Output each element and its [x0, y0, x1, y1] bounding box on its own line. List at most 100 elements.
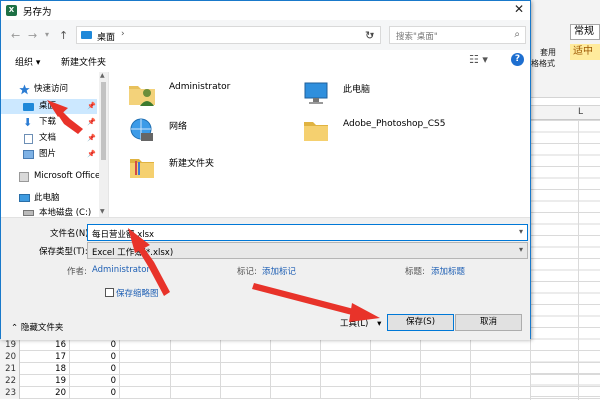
- table-row[interactable]: 22 19 0: [0, 375, 600, 387]
- tags-value[interactable]: 添加标记: [262, 265, 296, 277]
- nav-item-desktop[interactable]: 桌面 📌: [1, 99, 97, 114]
- recent-dropdown-icon[interactable]: ▾: [45, 30, 49, 39]
- cell[interactable]: 0: [70, 387, 120, 399]
- file-item-label: Adobe_Photoshop_CS5: [343, 119, 446, 129]
- gridline: [270, 351, 271, 363]
- back-arrow-icon[interactable]: ←: [11, 29, 20, 42]
- style-medium[interactable]: 适中: [570, 44, 600, 60]
- nav-pane-scrollbar[interactable]: ▲ ▼: [99, 72, 108, 217]
- file-item-administrator[interactable]: Administrator: [127, 78, 307, 112]
- ribbon-label-apply[interactable]: 套用: [540, 47, 556, 58]
- scroll-down-icon[interactable]: ▼: [100, 208, 105, 215]
- chevron-down-icon[interactable]: ▾: [519, 245, 523, 254]
- title-value[interactable]: 添加标题: [431, 265, 465, 277]
- cell[interactable]: 0: [70, 351, 120, 363]
- pin-icon[interactable]: 📌: [87, 99, 96, 114]
- close-icon[interactable]: ✕: [514, 2, 524, 16]
- cell[interactable]: 16: [20, 339, 70, 351]
- save-button[interactable]: 保存(S): [387, 314, 454, 331]
- table-row[interactable]: 23 20 0: [0, 387, 600, 399]
- file-item-new-folder[interactable]: 新建文件夹: [127, 152, 307, 186]
- cell[interactable]: 20: [20, 387, 70, 399]
- filename-input[interactable]: 每日营业额.xlsx ▾: [87, 224, 528, 241]
- title-bar[interactable]: X 另存为 ✕: [1, 1, 530, 20]
- gridline: [420, 351, 421, 363]
- cell[interactable]: 0: [70, 363, 120, 375]
- file-item-network[interactable]: 网络: [127, 115, 307, 149]
- title-label: 标题:: [405, 267, 425, 277]
- table-row[interactable]: 21 18 0: [0, 363, 600, 375]
- organize-button[interactable]: 组织 ▾: [15, 55, 40, 68]
- column-header-label[interactable]: L: [578, 107, 583, 117]
- thumbnail-checkbox[interactable]: [105, 288, 114, 297]
- view-options-icon[interactable]: ☷ ▾: [469, 53, 488, 66]
- cancel-button[interactable]: 取消: [455, 314, 522, 331]
- gridline: [220, 387, 221, 399]
- nav-item-label: 本地磁盘 (C:): [39, 208, 92, 217]
- scrollbar-thumb[interactable]: [101, 82, 106, 160]
- document-icon: [24, 134, 33, 144]
- file-list: Administrator 此电脑 网络 Adobe_Photoshop_CS5…: [109, 72, 530, 217]
- address-separator[interactable]: ›: [121, 29, 125, 39]
- gridline: [170, 351, 171, 363]
- cell[interactable]: 0: [70, 339, 120, 351]
- user-folder-icon: [129, 86, 155, 106]
- nav-item-pictures[interactable]: 图片 📌: [1, 147, 97, 162]
- cell[interactable]: 0: [70, 375, 120, 387]
- computer-icon: [304, 82, 328, 104]
- gridline: [470, 339, 471, 351]
- forward-arrow-icon[interactable]: →: [28, 29, 37, 42]
- search-input[interactable]: 搜索"桌面" ⌕: [389, 26, 526, 44]
- column-header: L: [530, 106, 600, 120]
- scroll-up-icon[interactable]: ▲: [100, 72, 105, 79]
- gridline: [370, 363, 371, 375]
- author-value[interactable]: Administrator: [92, 265, 150, 275]
- search-icon: ⌕: [514, 29, 520, 40]
- desktop-folder-icon: [81, 31, 92, 39]
- table-row[interactable]: 20 17 0: [0, 351, 600, 363]
- row-header[interactable]: 19: [0, 339, 20, 351]
- chevron-down-icon[interactable]: ▾: [519, 227, 523, 236]
- file-item-this-pc[interactable]: 此电脑: [301, 78, 481, 112]
- up-arrow-icon[interactable]: ↑: [59, 29, 68, 42]
- style-normal[interactable]: 常规: [570, 24, 600, 40]
- row-header[interactable]: 22: [0, 375, 20, 387]
- help-icon[interactable]: ?: [511, 53, 524, 66]
- nav-item-local-disk[interactable]: 本地磁盘 (C:): [1, 206, 97, 217]
- computer-icon: [19, 194, 30, 202]
- filetype-value: Excel 工作簿(*.xlsx): [92, 248, 174, 258]
- new-folder-button[interactable]: 新建文件夹: [61, 55, 106, 68]
- formula-bar: [530, 98, 600, 106]
- cell[interactable]: 17: [20, 351, 70, 363]
- nav-item-microsoft-office[interactable]: Microsoft Office: [1, 169, 100, 184]
- pin-icon[interactable]: 📌: [87, 147, 96, 162]
- nav-item-quick-access[interactable]: 快速访问: [1, 82, 97, 97]
- nav-item-this-pc[interactable]: 此电脑: [1, 191, 97, 206]
- tools-button[interactable]: 工具(L) ▾: [340, 317, 381, 329]
- row-header[interactable]: 20: [0, 351, 20, 363]
- pin-icon[interactable]: 📌: [87, 131, 96, 146]
- filetype-select[interactable]: Excel 工作簿(*.xlsx) ▾: [87, 242, 528, 259]
- filename-value: 每日营业额.xlsx: [92, 230, 155, 240]
- tags-label: 标记:: [237, 267, 257, 277]
- nav-item-documents[interactable]: 文档 📌: [1, 131, 97, 146]
- table-row[interactable]: 19 16 0: [0, 339, 600, 351]
- ribbon-label-format[interactable]: 格格式: [531, 58, 555, 69]
- navigation-bar: ← → ▾ ↑ 桌面 › ▾ ↻ 搜索"桌面" ⌕: [1, 20, 530, 50]
- row-header[interactable]: 21: [0, 363, 20, 375]
- cell[interactable]: 18: [20, 363, 70, 375]
- row-header[interactable]: 23: [0, 387, 20, 399]
- gridline: [270, 387, 271, 399]
- cell[interactable]: 19: [20, 375, 70, 387]
- refresh-icon[interactable]: ↻: [365, 29, 374, 42]
- office-icon: [19, 172, 29, 182]
- nav-item-downloads[interactable]: ⬇ 下载 📌: [1, 115, 97, 130]
- address-bar[interactable]: 桌面 › ▾: [76, 26, 381, 44]
- gridline: [420, 375, 421, 387]
- pin-icon[interactable]: 📌: [87, 115, 96, 130]
- address-current[interactable]: 桌面: [97, 30, 115, 43]
- gridline: [170, 387, 171, 399]
- hide-folders-button[interactable]: ⌃ 隐藏文件夹: [11, 321, 63, 333]
- file-item-photoshop-folder[interactable]: Adobe_Photoshop_CS5: [301, 115, 481, 149]
- thumbnail-label[interactable]: 保存缩略图: [116, 287, 159, 299]
